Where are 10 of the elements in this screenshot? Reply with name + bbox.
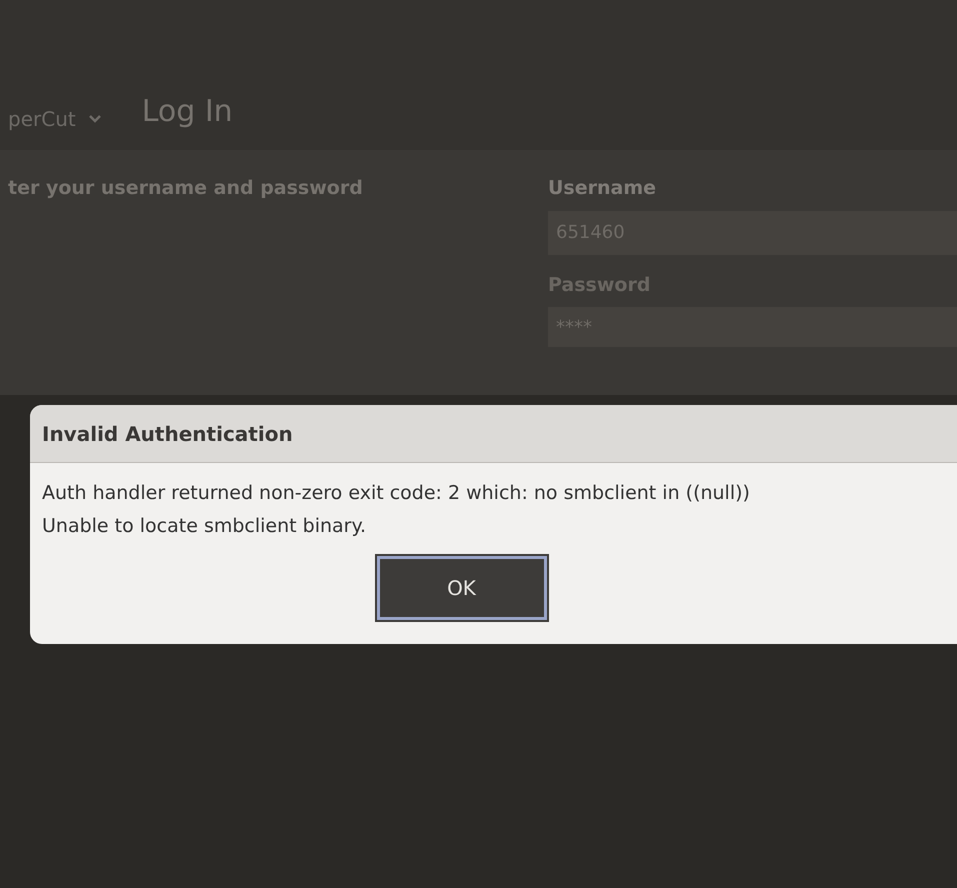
error-message: Auth handler returned non-zero exit code: 2 which: no smbclient in ((null)) <box>42 481 750 506</box>
username-label: Username <box>548 176 658 201</box>
password-field[interactable]: **** <box>548 307 957 347</box>
ok-button[interactable]: OK <box>376 556 546 620</box>
chevron-down-icon <box>88 114 102 124</box>
instruction-text: ter your username and password <box>8 176 364 201</box>
error-message: Unable to locate smbclient binary. <box>42 514 366 538</box>
app-menu-button[interactable]: perCut <box>8 104 102 134</box>
page-title: Log In <box>142 93 233 131</box>
dialog-title: Invalid Authentication <box>42 420 293 448</box>
